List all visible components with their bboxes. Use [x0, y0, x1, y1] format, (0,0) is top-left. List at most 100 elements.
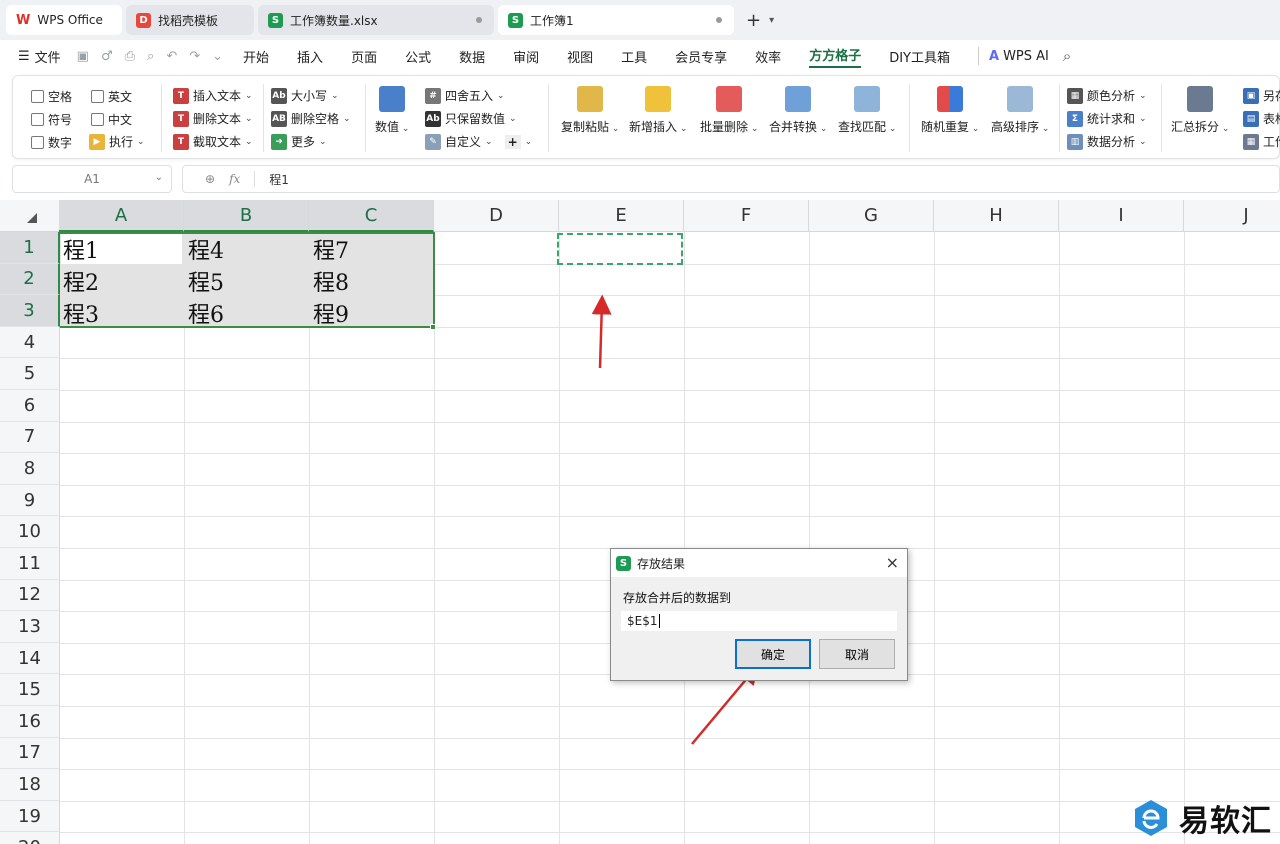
tab-docer-templates[interactable]: D 找稻壳模板 — [126, 5, 254, 35]
execute-button[interactable]: ▶ 执行 ⌄ — [89, 133, 145, 150]
row-header-2[interactable]: 2 — [0, 263, 60, 296]
save-icon[interactable]: ▣ — [77, 49, 89, 64]
tab-wps-office[interactable]: W WPS Office — [6, 5, 122, 35]
cancel-button[interactable]: 取消 — [819, 639, 895, 669]
checkbox-number[interactable]: 数字 — [31, 134, 72, 151]
plus-icon[interactable]: + — [504, 134, 521, 149]
merge-convert-button[interactable]: 合并转换 ⌄ — [769, 86, 827, 135]
menu-tools[interactable]: 工具 — [621, 47, 647, 66]
row-header-1[interactable]: 1 — [0, 232, 60, 264]
column-header-J[interactable]: J — [1184, 200, 1280, 232]
print-preview-icon[interactable]: ⌕ — [147, 49, 154, 64]
menu-fangfang-gezi[interactable]: 方方格子 — [809, 45, 862, 68]
fx-icon[interactable]: fx — [229, 172, 240, 186]
close-icon[interactable]: × — [886, 553, 899, 572]
row-header-8[interactable]: 8 — [0, 453, 60, 485]
row-header-10[interactable]: 10 — [0, 516, 60, 548]
column-header-I[interactable]: I — [1059, 200, 1184, 232]
share-icon[interactable]: ♂ — [101, 49, 113, 64]
menu-review[interactable]: 审阅 — [513, 47, 539, 66]
insert-text-button[interactable]: T 插入文本 ⌄ — [173, 87, 253, 104]
menu-home[interactable]: 开始 — [243, 47, 269, 66]
menu-member[interactable]: 会员专享 — [675, 47, 727, 66]
name-box[interactable]: A1 ⌄ — [12, 165, 172, 193]
work-button[interactable]: ▦ 工作 — [1243, 133, 1280, 150]
random-repeat-button[interactable]: 随机重复 ⌄ — [921, 86, 979, 135]
chevron-down-icon[interactable]: ▾ — [769, 15, 774, 26]
column-header-C[interactable]: C — [309, 200, 434, 232]
column-header-B[interactable]: B — [184, 200, 309, 232]
wps-ai-button[interactable]: A WPS AI — [989, 49, 1049, 64]
menu-insert[interactable]: 插入 — [297, 47, 323, 66]
row-header-6[interactable]: 6 — [0, 390, 60, 422]
row-header-9[interactable]: 9 — [0, 484, 60, 517]
column-header-H[interactable]: H — [934, 200, 1059, 232]
chevron-down-icon[interactable]: ⌄ — [525, 137, 533, 147]
row-header-3[interactable]: 3 — [0, 295, 60, 327]
select-all-corner[interactable] — [0, 200, 60, 232]
color-analysis-button[interactable]: ▦ 颜色分析 ⌄ — [1067, 87, 1147, 104]
round-button[interactable]: # 四舍五入 ⌄ — [425, 87, 505, 104]
row-header-12[interactable]: 12 — [0, 579, 60, 612]
ok-button[interactable]: 确定 — [735, 639, 811, 669]
menu-page[interactable]: 页面 — [351, 47, 377, 66]
new-insert-button[interactable]: 新增插入 ⌄ — [629, 86, 687, 135]
checkbox-space[interactable]: 空格 — [31, 88, 72, 105]
delete-text-button[interactable]: T 删除文本 ⌄ — [173, 110, 253, 127]
save-as-button[interactable]: ▣ 另存 — [1243, 87, 1280, 104]
table-button[interactable]: ▤ 表格 — [1243, 110, 1280, 127]
fill-handle[interactable] — [430, 324, 436, 330]
chevron-down-icon[interactable]: ⌄ — [155, 172, 163, 183]
row-header-20[interactable]: 20 — [0, 832, 60, 844]
keep-numbers-button[interactable]: Ab 只保留数值 ⌄ — [425, 110, 517, 127]
menu-data[interactable]: 数据 — [459, 47, 485, 66]
undo-icon[interactable]: ↶ — [166, 49, 177, 64]
more-button[interactable]: ➜ 更多 ⌄ — [271, 133, 327, 150]
batch-delete-button[interactable]: 批量删除 ⌄ — [700, 86, 758, 135]
find-match-button[interactable]: 查找匹配 ⌄ — [838, 86, 896, 135]
column-header-G[interactable]: G — [809, 200, 934, 232]
tab-workbook-count-xlsx[interactable]: S 工作簿数量.xlsx — [258, 5, 494, 35]
menu-diy-toolbox[interactable]: DIY工具箱 — [889, 47, 950, 66]
checkbox-english[interactable]: 英文 — [91, 88, 132, 105]
tab-workbook1[interactable]: S 工作簿1 — [498, 5, 734, 35]
redo-icon[interactable]: ↷ — [189, 49, 200, 64]
advanced-sort-button[interactable]: 高级排序 ⌄ — [991, 86, 1049, 135]
row-header-13[interactable]: 13 — [0, 611, 60, 643]
menu-view[interactable]: 视图 — [567, 47, 593, 66]
column-header-A[interactable]: A — [59, 200, 184, 232]
menu-formula[interactable]: 公式 — [405, 47, 431, 66]
file-menu[interactable]: ☰ 文件 — [18, 47, 61, 66]
zoom-search-icon[interactable]: ⊕ — [205, 172, 215, 186]
row-header-18[interactable]: 18 — [0, 769, 60, 801]
checkbox-symbol[interactable]: 符号 — [31, 111, 72, 128]
stat-sum-button[interactable]: Σ 统计求和 ⌄ — [1067, 110, 1147, 127]
column-header-E[interactable]: E — [559, 200, 684, 232]
remove-spaces-button[interactable]: AB 删除空格 ⌄ — [271, 110, 351, 127]
column-header-D[interactable]: D — [434, 200, 559, 232]
destination-input[interactable]: $E$1 — [621, 611, 897, 631]
column-header-F[interactable]: F — [684, 200, 809, 232]
extract-text-button[interactable]: T 截取文本 ⌄ — [173, 133, 253, 150]
row-header-5[interactable]: 5 — [0, 358, 60, 390]
summary-split-button[interactable]: 汇总拆分 ⌄ — [1171, 86, 1229, 135]
checkbox-chinese[interactable]: 中文 — [91, 111, 132, 128]
row-header-4[interactable]: 4 — [0, 326, 60, 359]
row-header-17[interactable]: 17 — [0, 737, 60, 770]
search-icon[interactable]: ⌕ — [1063, 47, 1071, 65]
print-icon[interactable]: ⎙ — [125, 49, 135, 64]
new-tab-button[interactable]: + — [746, 10, 761, 31]
row-header-16[interactable]: 16 — [0, 706, 60, 738]
spreadsheet-grid[interactable]: 程1 程4 程7 程2 程5 程8 程3 程6 程9 ABCDEFGHIJ123… — [0, 200, 1280, 844]
value-button[interactable]: 数值 ⌄ — [375, 86, 409, 135]
row-header-7[interactable]: 7 — [0, 421, 60, 454]
row-header-11[interactable]: 11 — [0, 548, 60, 580]
copy-paste-button[interactable]: 复制粘贴 ⌄ — [561, 86, 619, 135]
chevron-down-icon[interactable]: ⌄ — [212, 49, 223, 64]
row-header-19[interactable]: 19 — [0, 800, 60, 833]
custom-button[interactable]: ✎ 自定义 ⌄ + ⌄ — [425, 133, 532, 150]
row-header-15[interactable]: 15 — [0, 674, 60, 706]
menu-efficiency[interactable]: 效率 — [755, 47, 781, 66]
dialog-title-bar[interactable]: S 存放结果 — [611, 549, 907, 577]
row-header-14[interactable]: 14 — [0, 642, 60, 675]
